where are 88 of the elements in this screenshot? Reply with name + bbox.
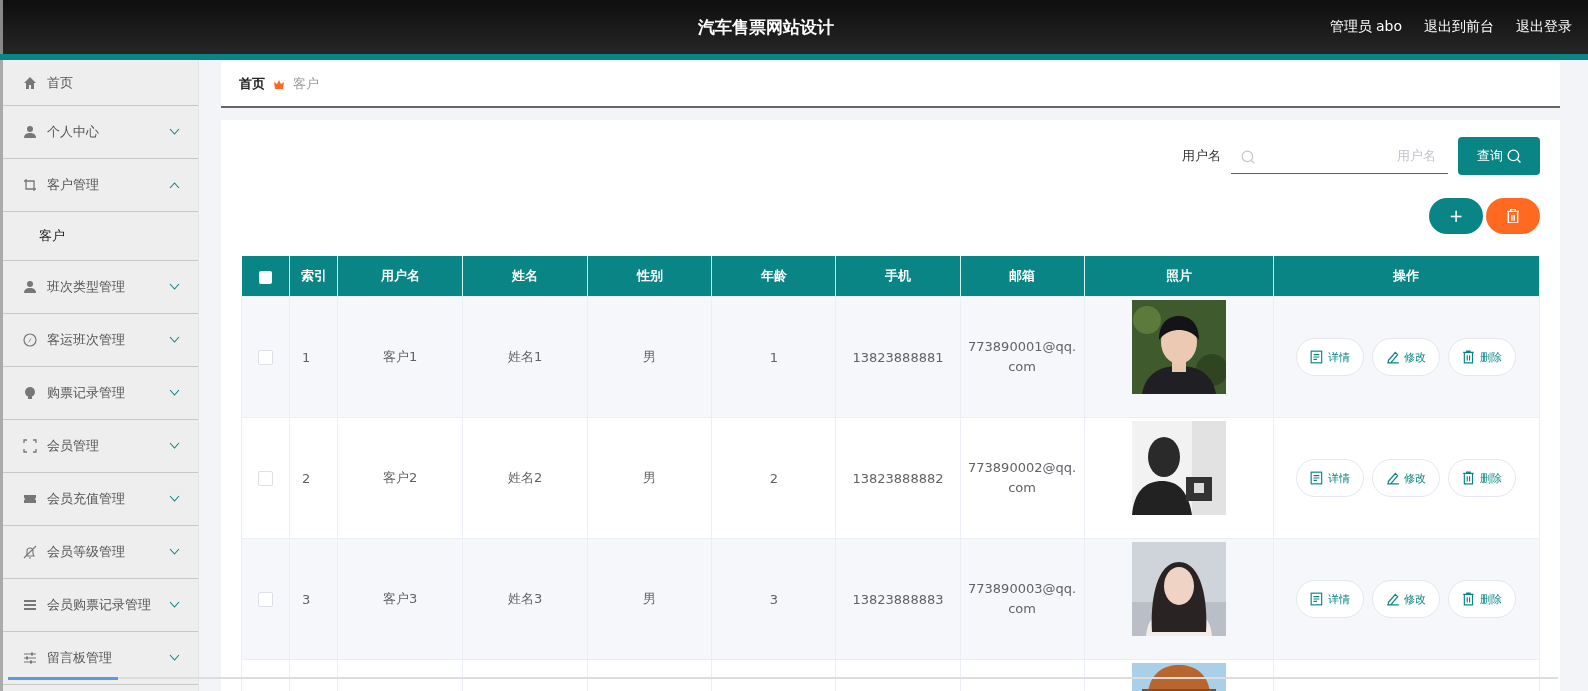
pencil-icon — [1386, 592, 1401, 606]
compass-icon — [23, 333, 37, 347]
trash-icon — [1462, 350, 1477, 364]
sidebar-item[interactable]: 会员充值管理 — [3, 473, 198, 526]
delete-button[interactable]: 删除 — [1448, 338, 1517, 376]
header-link[interactable]: 退出到前台 — [1424, 18, 1494, 36]
pencil-icon — [1386, 471, 1401, 485]
details-button[interactable]: 详情 — [1296, 459, 1365, 497]
table-cell: 3 — [769, 591, 779, 607]
user-icon — [23, 280, 37, 294]
table-cell-text: 773890001@qq.com — [967, 338, 1078, 376]
column-header: 年龄 — [711, 256, 836, 297]
sliders-icon — [23, 651, 37, 665]
sidebar-item[interactable]: 会员管理 — [3, 420, 198, 473]
user-icon — [23, 125, 37, 139]
column-header: 索引 — [289, 256, 338, 297]
table-cell-text: 773890003@qq.com — [967, 580, 1078, 618]
table-cell: 男 — [643, 591, 657, 606]
bulb-icon — [23, 386, 37, 400]
column-header: 用户名 — [337, 256, 463, 297]
add-button[interactable]: + — [1429, 198, 1483, 234]
table-cell: 姓名1 — [508, 349, 543, 364]
search-field[interactable]: 用户名 — [1231, 138, 1448, 174]
site-title: 汽车售票网站设计 — [697, 15, 836, 39]
checkbox[interactable] — [258, 350, 273, 365]
ticket-icon — [23, 492, 37, 506]
sidebar-item[interactable]: 个人中心 — [3, 106, 198, 159]
details-button[interactable]: 详情 — [1296, 580, 1365, 618]
bell-off-icon — [23, 545, 37, 559]
document-icon — [1310, 471, 1325, 485]
table-cell: 3 — [302, 591, 311, 607]
column-header: 手机 — [835, 256, 961, 297]
delete-button[interactable]: 删除 — [1448, 459, 1517, 497]
delete-button[interactable] — [1486, 198, 1540, 234]
pencil-icon — [1386, 350, 1401, 364]
home-icon — [23, 75, 37, 90]
details-button[interactable]: 详情 — [1296, 338, 1365, 376]
checkbox[interactable] — [258, 471, 273, 486]
field-label: 用户名 — [1182, 147, 1221, 165]
table-cell: 2 — [302, 470, 311, 486]
table-cell: 13823888883 — [852, 591, 944, 607]
breadcrumb-link[interactable]: 首页 — [239, 75, 265, 93]
table-cell: 1 — [302, 349, 311, 365]
table-cell-text: 773890002@qq.com — [967, 459, 1078, 497]
checkbox[interactable] — [258, 270, 272, 284]
column-header: 姓名 — [462, 256, 588, 297]
search-icon — [1507, 149, 1521, 163]
table-cell: 客户1 — [382, 349, 418, 364]
document-icon — [1310, 592, 1325, 606]
table-cell: 客户3 — [382, 591, 418, 606]
trash-icon — [1506, 209, 1520, 223]
table-cell: 男 — [643, 470, 657, 485]
frame-icon — [23, 439, 37, 453]
checkbox[interactable] — [258, 592, 273, 607]
trash-icon — [1462, 592, 1477, 606]
sidebar-item[interactable]: 会员等级管理 — [3, 526, 198, 579]
delete-button[interactable]: 删除 — [1448, 580, 1517, 618]
search-button[interactable]: 查询 — [1458, 137, 1540, 175]
sidebar-subitem[interactable]: 客户 — [39, 227, 65, 245]
document-icon — [1310, 350, 1325, 364]
crop-icon — [23, 178, 37, 192]
header-link[interactable]: 管理员 abo — [1329, 18, 1402, 36]
edit-button[interactable]: 修改 — [1372, 580, 1441, 618]
search-icon — [1241, 150, 1255, 164]
column-header: 照片 — [1084, 256, 1274, 297]
table-cell: 客户2 — [382, 470, 418, 485]
column-header: 邮箱 — [960, 256, 1085, 297]
trash-icon — [1462, 471, 1477, 485]
table-cell: 13823888881 — [852, 349, 944, 365]
list-icon — [23, 598, 37, 612]
sidebar-item[interactable]: 购票记录管理 — [3, 367, 198, 420]
column-header: 操作 — [1273, 256, 1540, 297]
table-cell: 13823888882 — [852, 470, 944, 486]
sidebar-item[interactable]: 客户管理 — [3, 159, 198, 212]
table-cell: 男 — [643, 349, 657, 364]
table-cell: 1 — [769, 349, 779, 365]
edit-button[interactable]: 修改 — [1372, 338, 1441, 376]
table-cell: 2 — [769, 470, 779, 486]
sidebar-item[interactable]: 首页 — [3, 60, 198, 106]
sidebar-item[interactable]: 会员购票记录管理 — [3, 579, 198, 632]
edit-button[interactable]: 修改 — [1372, 459, 1441, 497]
column-header: 性别 — [587, 256, 712, 297]
sidebar-item[interactable]: 客运班次管理 — [3, 314, 198, 367]
table-cell: 姓名2 — [508, 470, 543, 485]
sidebar-item[interactable]: 班次类型管理 — [3, 261, 198, 314]
table-cell: 姓名3 — [508, 591, 543, 606]
header-link[interactable]: 退出登录 — [1516, 18, 1572, 36]
crown-icon — [273, 78, 285, 90]
